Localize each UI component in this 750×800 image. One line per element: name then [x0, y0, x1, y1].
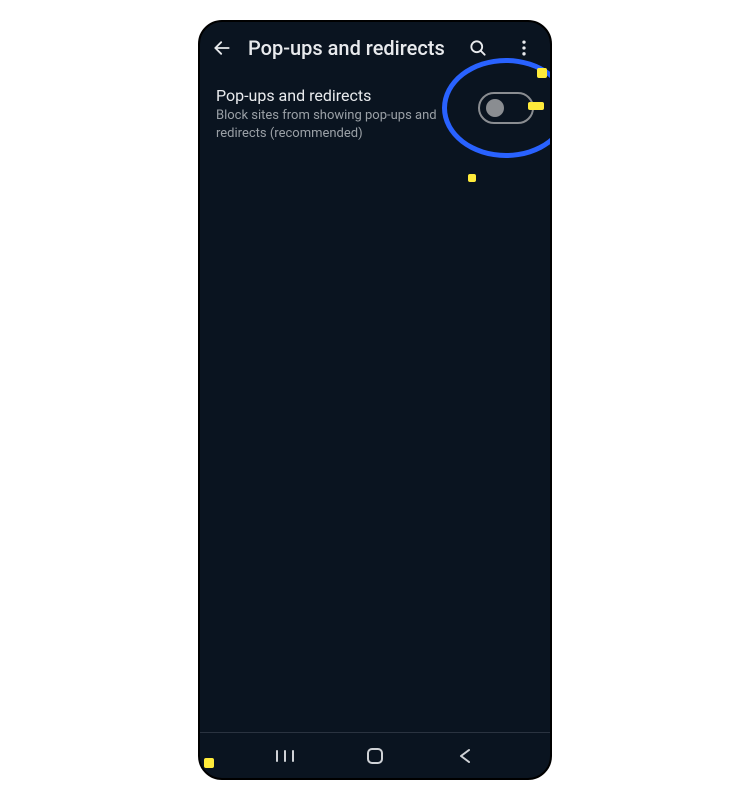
phone-screen: Pop-ups and redirects Pop-ups and redire… [198, 20, 552, 780]
settings-content: Pop-ups and redirects Block sites from s… [200, 74, 550, 732]
popups-toggle[interactable] [478, 92, 534, 124]
popups-setting-row[interactable]: Pop-ups and redirects Block sites from s… [216, 86, 534, 143]
page-title: Pop-ups and redirects [248, 36, 448, 60]
setting-subtitle: Block sites from showing pop-ups and red… [216, 107, 462, 143]
more-vert-icon[interactable] [512, 36, 536, 60]
recents-button[interactable] [273, 744, 297, 768]
artifact-dot [537, 68, 547, 78]
artifact-dot [204, 758, 214, 768]
back-button[interactable] [453, 744, 477, 768]
toggle-container [478, 92, 534, 124]
search-icon[interactable] [466, 36, 490, 60]
system-nav-bar [200, 732, 550, 778]
home-button[interactable] [363, 744, 387, 768]
artifact-dot [468, 174, 476, 182]
app-bar: Pop-ups and redirects [200, 22, 550, 74]
toggle-thumb-icon [486, 99, 504, 117]
setting-text-block: Pop-ups and redirects Block sites from s… [216, 86, 462, 143]
artifact-dot [528, 102, 544, 110]
back-arrow-icon[interactable] [210, 36, 234, 60]
setting-title: Pop-ups and redirects [216, 86, 462, 105]
